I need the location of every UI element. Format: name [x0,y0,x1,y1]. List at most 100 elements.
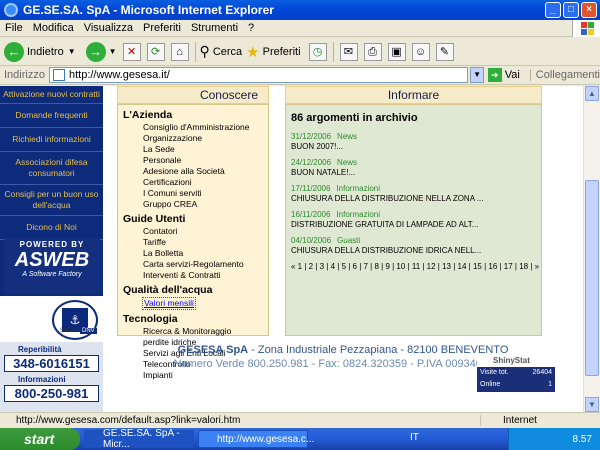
nav-consigli[interactable]: Consigli per un buon uso dell'acqua [0,185,103,216]
informare-panel: 86 argomenti in archivio 31/12/2006 News … [285,104,542,336]
footer-address: - Zona Industriale Pezzapiana - 82100 BE… [248,344,509,356]
stop-icon[interactable]: ✕ [122,42,141,61]
online-value: 1 [548,381,552,388]
edit-icon[interactable]: ▣ [387,42,406,61]
menu-modifica[interactable]: Modifica [28,22,79,34]
scroll-down-icon[interactable]: ▼ [585,397,599,412]
history-icon[interactable]: ◷ [308,42,327,61]
link-comuni[interactable]: I Comuni serviti [143,188,268,199]
back-dropdown-icon[interactable]: ▼ [68,47,76,56]
page-icon [52,69,65,81]
search-button[interactable]: ⚲ Cerca [200,43,243,60]
status-url: http://www.gesesa.com/default.asp?link=v… [16,415,241,426]
menu-file[interactable]: File [0,22,28,34]
star-icon: ★ [246,43,260,61]
research-icon[interactable]: ✎ [435,42,454,61]
back-button[interactable]: ← Indietro ▼ [4,41,76,62]
system-tray: 8.57 [508,428,600,450]
section-qualita: Qualità dell'acqua [123,284,213,296]
news-text: CHIUSURA DELLA DISTRIBUZIONE NELLA ZONA … [291,194,484,203]
link-valori-mensili[interactable]: Valori mensili [142,297,196,310]
link-certificazioni[interactable]: Certificazioni [143,177,268,188]
menu-strumenti[interactable]: Strumenti [186,22,243,34]
link-carta-servizi[interactable]: Carta servizi-Regolamento [143,259,268,270]
home-icon[interactable]: ⌂ [170,42,189,61]
vertical-scrollbar[interactable]: ▲ ▼ [583,86,600,412]
forward-dropdown-icon[interactable]: ▼ [109,47,117,56]
link-consiglio[interactable]: Consiglio d'Amministrazione [143,122,268,133]
scroll-up-icon[interactable]: ▲ [585,86,599,101]
shinystat-counter[interactable]: ShinyStat Visite tot. 26404 Online 1 [477,356,555,392]
pagination[interactable]: « 1 | 2 | 3 | 4 | 5 | 6 | 7 | 8 | 9 | 10… [291,262,541,271]
menu-help[interactable]: ? [243,22,259,34]
news-category: Informazioni [336,184,381,193]
link-contatori[interactable]: Contatori [143,226,268,237]
favorites-button[interactable]: ★ Preferiti [246,43,300,61]
main-area: Conoscere Informare L'Azienda Consiglio … [103,86,583,412]
language-indicator[interactable]: IT [410,432,419,443]
news-item[interactable]: 24/12/2006 News BUON NATALE!... [291,158,541,177]
left-navigation: Attivazione nuovi contratti Domande freq… [0,86,103,412]
start-button[interactable]: start [0,428,80,450]
news-text: DISTRIBUZIONE GRATUITA DI LAMPADE AD ALT… [291,220,479,229]
ie-logo-icon [4,3,18,17]
scroll-thumb[interactable] [585,180,599,376]
address-url: http://www.gesesa.it/ [68,69,170,81]
menu-bar: File Modifica Visualizza Preferiti Strum… [0,20,600,37]
print-icon[interactable]: ⎙ [363,42,382,61]
news-text: CHIUSURA DELLA DISTRIBUZIONE IDRICA NELL… [291,246,482,255]
nav-attivazione[interactable]: Attivazione nuovi contratti [0,86,103,104]
news-item[interactable]: 16/11/2006 Informazioni DISTRIBUZIONE GRA… [291,210,541,229]
go-arrow-icon: ➜ [487,68,502,82]
link-personale[interactable]: Personale [143,155,268,166]
forward-arrow-icon: → [85,41,106,62]
task-ie-gesesa[interactable]: GE.SE.SA. SpA - Micr... [84,428,194,450]
link-organizzazione[interactable]: Organizzazione [143,133,268,144]
mail-icon[interactable]: ✉ [339,42,358,61]
link-ricerca[interactable]: Ricerca & Monitoraggio [143,326,268,337]
link-adesione[interactable]: Adesione alla Società [143,166,268,177]
reperibilita-label: Reperibilità [18,345,62,354]
menu-preferiti[interactable]: Preferiti [138,22,186,34]
footer-company: GESESA SpA [177,344,249,356]
nav-domande[interactable]: Domande frequenti [0,104,103,128]
windows-logo-icon [572,20,600,37]
minimize-button[interactable]: _ [545,2,561,18]
news-date: 31/12/2006 [291,132,332,141]
task-ie-url[interactable]: http://www.gesesa.c... [198,430,314,448]
asweb-subtitle: A Software Factory [22,271,82,278]
news-date: 16/11/2006 [291,210,331,219]
title-bar: GE.SE.SA. SpA - Microsoft Internet Explo… [0,0,600,20]
close-button[interactable]: × [581,2,597,18]
conoscere-header: Conoscere [117,86,269,104]
links-button[interactable]: Collegamenti [529,69,600,81]
informazioni-number: 800-250-981 [4,385,99,402]
news-item[interactable]: 31/12/2006 News BUON 2007!... [291,132,541,151]
news-item[interactable]: 17/11/2006 Informazioni CHIUSURA DELLA DI… [291,184,541,203]
nav-associazioni[interactable]: Associazioni difesa consumatori [0,152,103,185]
go-label: Vai [504,69,520,81]
clock[interactable]: 8.57 [573,434,592,445]
news-item[interactable]: 04/10/2006 Guasti CHIUSURA DELLA DISTRIBU… [291,236,541,255]
menu-visualizza[interactable]: Visualizza [79,22,138,34]
nav-dicono[interactable]: Dicono di Noi [0,216,103,240]
link-bolletta[interactable]: La Bolletta [143,248,268,259]
link-impianti[interactable]: Impianti [143,370,268,381]
taskbar: start GE.SE.SA. SpA - Micr... http://www… [0,428,600,450]
forward-button[interactable]: → ▼ [80,41,117,62]
back-arrow-icon: ← [4,41,24,62]
link-interventi[interactable]: Interventi & Contratti [143,270,268,281]
news-category: News [337,132,358,141]
link-gruppo-crea[interactable]: Gruppo CREA [143,199,268,210]
link-sede[interactable]: La Sede [143,144,268,155]
search-icon: ⚲ [199,43,210,59]
link-tariffe[interactable]: Tariffe [143,237,268,248]
nav-richiedi[interactable]: Richiedi informazioni [0,128,103,152]
address-input[interactable]: http://www.gesesa.it/ [48,67,469,83]
maximize-button[interactable]: □ [563,2,579,18]
messenger-icon[interactable]: ☺ [411,42,430,61]
address-dropdown-icon[interactable]: ▼ [470,67,484,83]
go-button[interactable]: ➜ Vai [487,68,520,82]
refresh-icon[interactable]: ⟳ [146,42,165,61]
powered-by-logo[interactable]: POWERED BY ASWEB A Software Factory [4,238,100,294]
